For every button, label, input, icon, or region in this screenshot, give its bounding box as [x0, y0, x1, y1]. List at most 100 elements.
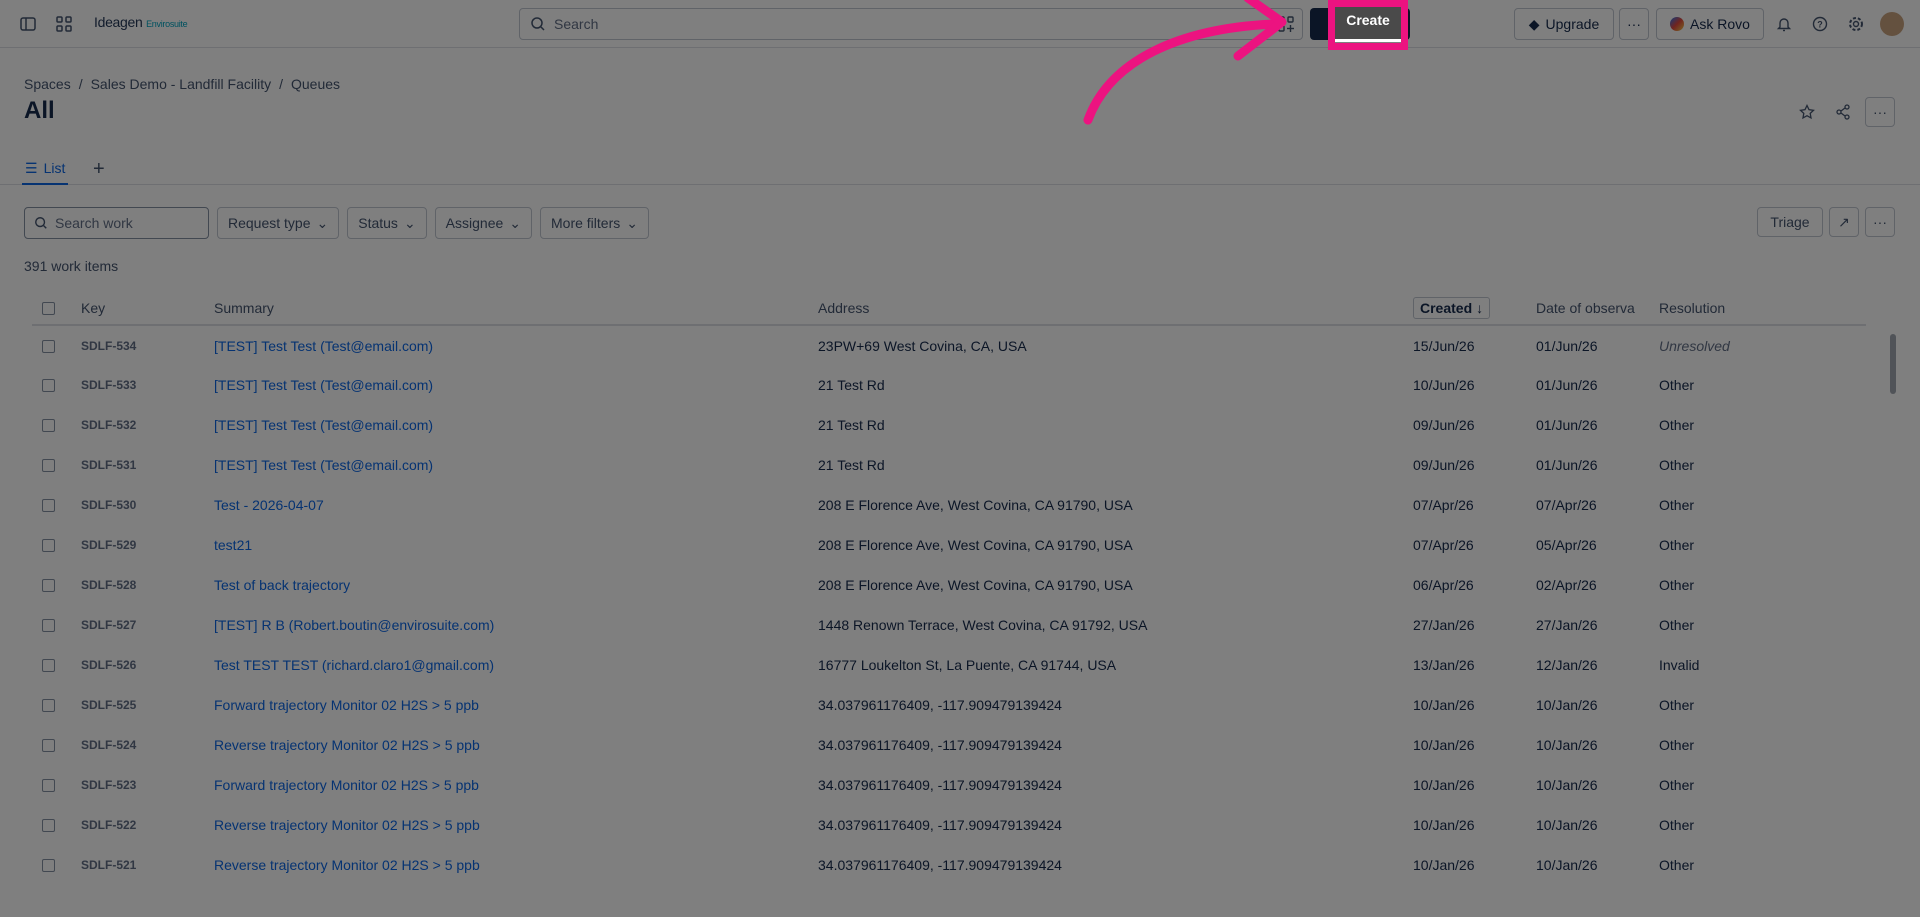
row-key[interactable]: SDLF-521	[81, 845, 214, 885]
upgrade-button[interactable]: ◆ Upgrade	[1514, 8, 1614, 40]
row-summary-link[interactable]: [TEST] Test Test (Test@email.com)	[214, 405, 818, 445]
table-row[interactable]: SDLF-530 Test - 2026-04-07 208 E Florence …	[32, 485, 1866, 525]
column-created[interactable]: Created ↓	[1413, 291, 1536, 326]
table-row[interactable]: SDLF-532 [TEST] Test Test (Test@email.com…	[32, 405, 1866, 445]
row-summary-link[interactable]: Test TEST TEST (richard.claro1@gmail.com…	[214, 645, 818, 685]
table-row[interactable]: SDLF-523 Forward trajectory Monitor 02 H2…	[32, 765, 1866, 805]
triage-button[interactable]: Triage	[1757, 207, 1823, 237]
column-key[interactable]: Key	[81, 291, 214, 326]
tab-list[interactable]: ☰ List	[22, 160, 69, 185]
work-item-count: 391 work items	[24, 258, 119, 274]
column-address[interactable]: Address	[818, 291, 1413, 326]
row-checkbox[interactable]	[42, 819, 55, 832]
gear-icon[interactable]	[1846, 14, 1866, 34]
app-switcher-icon[interactable]	[54, 14, 74, 34]
open-external-button[interactable]: ↗	[1829, 207, 1859, 237]
column-resolution[interactable]: Resolution	[1659, 291, 1866, 326]
chevron-down-icon: ⌄	[316, 214, 329, 231]
table-row[interactable]: SDLF-534 [TEST] Test Test (Test@email.com…	[32, 325, 1866, 365]
breadcrumb-project[interactable]: Sales Demo - Landfill Facility	[91, 76, 272, 92]
row-checkbox[interactable]	[42, 339, 55, 353]
row-summary-link[interactable]: Reverse trajectory Monitor 02 H2S > 5 pp…	[214, 805, 818, 845]
breadcrumb-spaces[interactable]: Spaces	[24, 76, 71, 92]
row-summary-link[interactable]: test21	[214, 525, 818, 565]
column-date-of-observation[interactable]: Date of observa	[1536, 291, 1659, 326]
row-checkbox[interactable]	[42, 779, 55, 792]
row-summary-link[interactable]: Reverse trajectory Monitor 02 H2S > 5 pp…	[214, 845, 818, 885]
table-row[interactable]: SDLF-528 Test of back trajectory 208 E Flo…	[32, 565, 1866, 605]
bell-icon[interactable]	[1774, 14, 1794, 34]
row-checkbox[interactable]	[42, 619, 55, 632]
table-row[interactable]: SDLF-526 Test TEST TEST (richard.claro1@g…	[32, 645, 1866, 685]
more-icon: ···	[1873, 104, 1887, 120]
table-row[interactable]: SDLF-522 Reverse trajectory Monitor 02 H2…	[32, 805, 1866, 845]
row-summary-link[interactable]: Test - 2026-04-07	[214, 485, 818, 525]
row-key[interactable]: SDLF-526	[81, 645, 214, 685]
row-address: 34.037961176409, -117.909479139424	[818, 777, 1062, 793]
row-checkbox[interactable]	[42, 859, 55, 872]
row-checkbox[interactable]	[42, 499, 55, 512]
table-row[interactable]: SDLF-524 Reverse trajectory Monitor 02 H2…	[32, 725, 1866, 765]
column-summary[interactable]: Summary	[214, 291, 818, 326]
row-key[interactable]: SDLF-533	[81, 365, 214, 405]
avatar[interactable]	[1880, 12, 1904, 36]
table-row[interactable]: SDLF-529 test21 208 E Florence Ave, West C…	[32, 525, 1866, 565]
table-row[interactable]: SDLF-525 Forward trajectory Monitor 02 H2…	[32, 685, 1866, 725]
assignee-filter[interactable]: Assignee ⌄	[434, 207, 532, 239]
row-summary-link[interactable]: Test of back trajectory	[214, 565, 818, 605]
plus-icon: +	[93, 158, 105, 180]
row-checkbox[interactable]	[42, 419, 55, 432]
row-checkbox[interactable]	[42, 739, 55, 752]
breadcrumb-queues[interactable]: Queues	[291, 76, 340, 92]
row-key[interactable]: SDLF-534	[81, 325, 214, 365]
row-summary-link[interactable]: Forward trajectory Monitor 02 H2S > 5 pp…	[214, 765, 818, 805]
table-row[interactable]: SDLF-531 [TEST] Test Test (Test@email.com…	[32, 445, 1866, 485]
row-key[interactable]: SDLF-525	[81, 685, 214, 725]
status-filter[interactable]: Status ⌄	[347, 207, 427, 239]
row-summary-link[interactable]: [TEST] Test Test (Test@email.com)	[214, 365, 818, 405]
table-row[interactable]: SDLF-533 [TEST] Test Test (Test@email.com…	[32, 365, 1866, 405]
request-type-filter[interactable]: Request type ⌄	[217, 207, 340, 239]
annotation-highlight-box	[1328, 0, 1408, 50]
row-key[interactable]: SDLF-531	[81, 445, 214, 485]
row-address: 208 E Florence Ave, West Covina, CA 9179…	[818, 497, 1133, 513]
app-logo[interactable]: Ideagen Envirosuite	[94, 14, 188, 30]
row-key[interactable]: SDLF-524	[81, 725, 214, 765]
row-key[interactable]: SDLF-532	[81, 405, 214, 445]
row-address: 208 E Florence Ave, West Covina, CA 9179…	[818, 577, 1133, 593]
select-all-checkbox[interactable]	[42, 301, 55, 315]
row-checkbox[interactable]	[42, 699, 55, 712]
ask-rovo-button[interactable]: Ask Rovo	[1656, 8, 1764, 40]
row-key[interactable]: SDLF-529	[81, 525, 214, 565]
table-row[interactable]: SDLF-527 [TEST] R B (Robert.boutin@enviro…	[32, 605, 1866, 645]
row-address: 34.037961176409, -117.909479139424	[818, 857, 1062, 873]
list-more-button[interactable]: ···	[1865, 207, 1895, 237]
more-apps-button[interactable]: ···	[1619, 8, 1649, 40]
share-icon[interactable]	[1833, 102, 1853, 122]
row-checkbox[interactable]	[42, 379, 55, 392]
row-key[interactable]: SDLF-530	[81, 485, 214, 525]
row-key[interactable]: SDLF-522	[81, 805, 214, 845]
row-summary-link[interactable]: [TEST] Test Test (Test@email.com)	[214, 325, 818, 365]
row-key[interactable]: SDLF-527	[81, 605, 214, 645]
row-key[interactable]: SDLF-528	[81, 565, 214, 605]
star-icon[interactable]	[1797, 102, 1817, 122]
row-summary-link[interactable]: Reverse trajectory Monitor 02 H2S > 5 pp…	[214, 725, 818, 765]
row-summary-link[interactable]: Forward trajectory Monitor 02 H2S > 5 pp…	[214, 685, 818, 725]
table-row[interactable]: SDLF-521 Reverse trajectory Monitor 02 H2…	[32, 845, 1866, 885]
row-summary-link[interactable]: [TEST] R B (Robert.boutin@envirosuite.co…	[214, 605, 818, 645]
scrollbar[interactable]	[1890, 334, 1896, 394]
add-view-button[interactable]: +	[93, 158, 105, 181]
row-checkbox[interactable]	[42, 459, 55, 472]
sidebar-toggle-icon[interactable]	[18, 14, 38, 34]
search-work-input[interactable]: Search work	[24, 207, 209, 239]
row-created: 13/Jan/26	[1413, 657, 1475, 673]
header-more-button[interactable]: ···	[1865, 97, 1895, 127]
more-filters-button[interactable]: More filters ⌄	[540, 207, 649, 239]
row-key[interactable]: SDLF-523	[81, 765, 214, 805]
row-checkbox[interactable]	[42, 539, 55, 552]
help-icon[interactable]: ?	[1810, 14, 1830, 34]
row-checkbox[interactable]	[42, 659, 55, 672]
row-summary-link[interactable]: [TEST] Test Test (Test@email.com)	[214, 445, 818, 485]
row-checkbox[interactable]	[42, 579, 55, 592]
